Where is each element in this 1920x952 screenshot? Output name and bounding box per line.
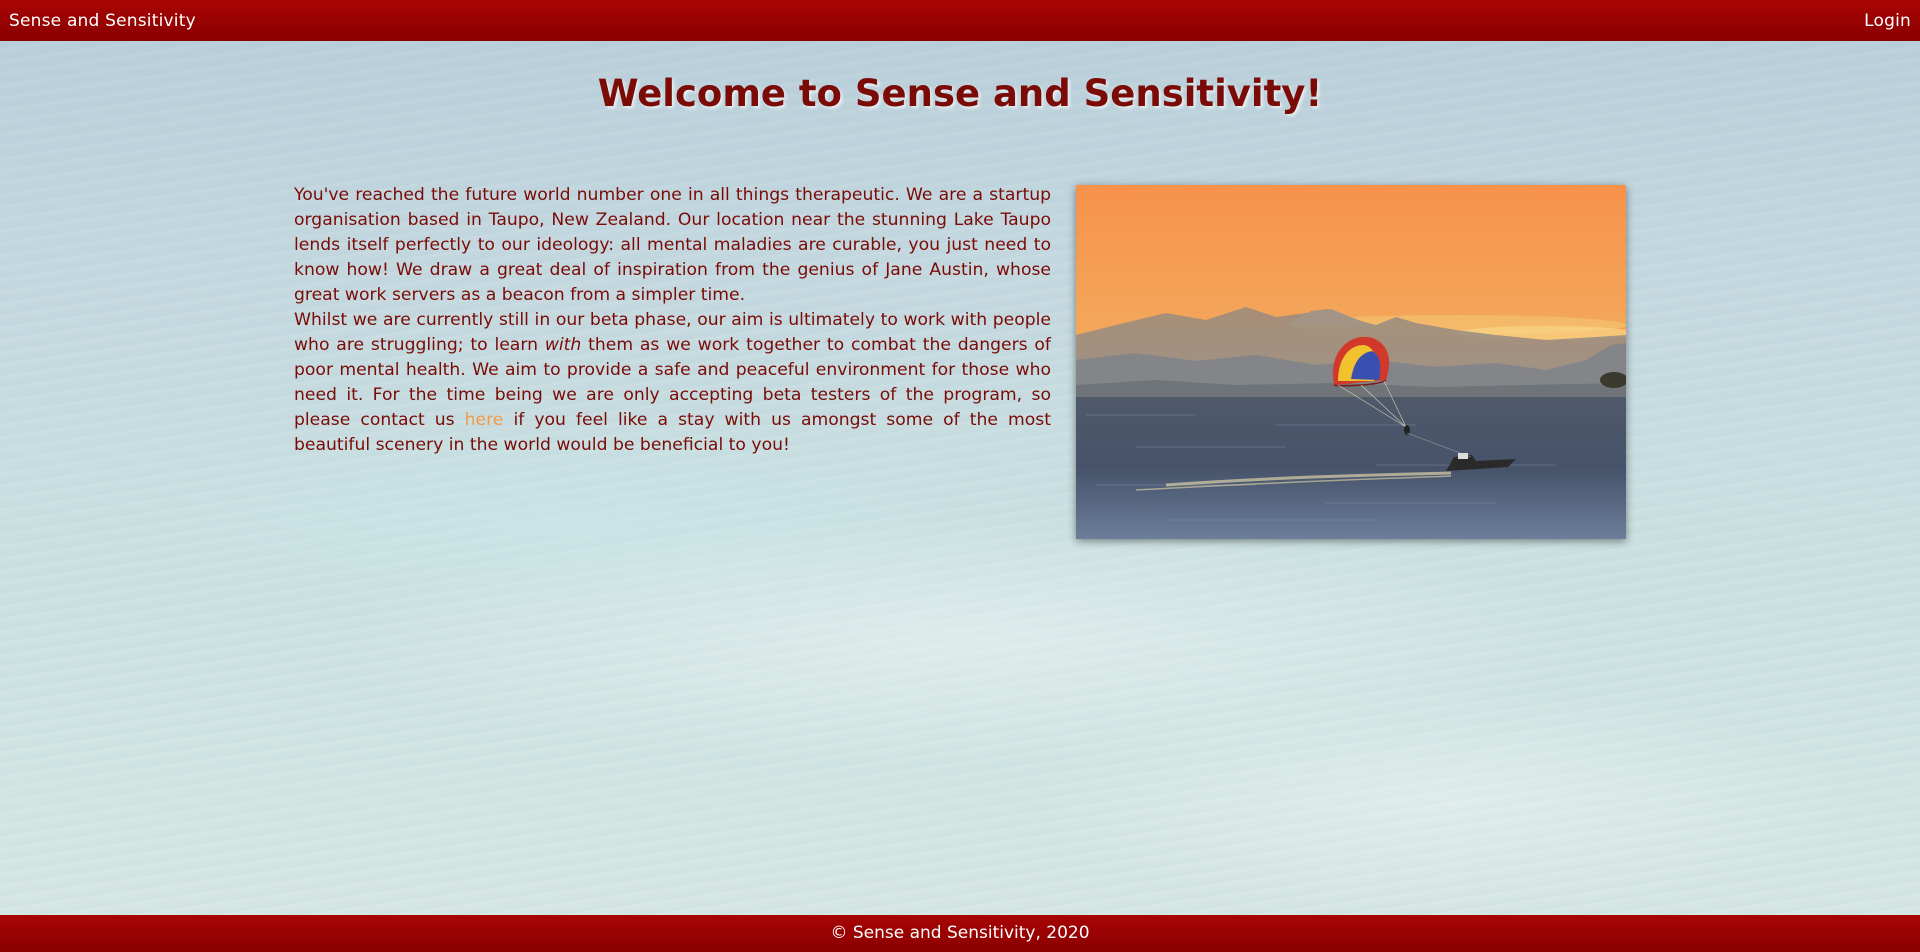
page-title: Welcome to Sense and Sensitivity!: [597, 72, 1323, 115]
brand-link[interactable]: Sense and Sensitivity: [9, 11, 196, 31]
intro-paragraph-1: You've reached the future world number o…: [294, 185, 1051, 305]
navbar: Sense and Sensitivity Login: [0, 0, 1920, 41]
footer: © Sense and Sensitivity, 2020: [0, 915, 1920, 952]
intro-text: You've reached the future world number o…: [294, 183, 1051, 458]
emphasis-with: with: [544, 335, 582, 355]
contact-here-link[interactable]: here: [465, 410, 504, 430]
lake-parasail-photo: [1076, 185, 1626, 539]
login-link[interactable]: Login: [1864, 11, 1911, 31]
intro-paragraph-2: Whilst we are currently still in our bet…: [294, 308, 1051, 458]
